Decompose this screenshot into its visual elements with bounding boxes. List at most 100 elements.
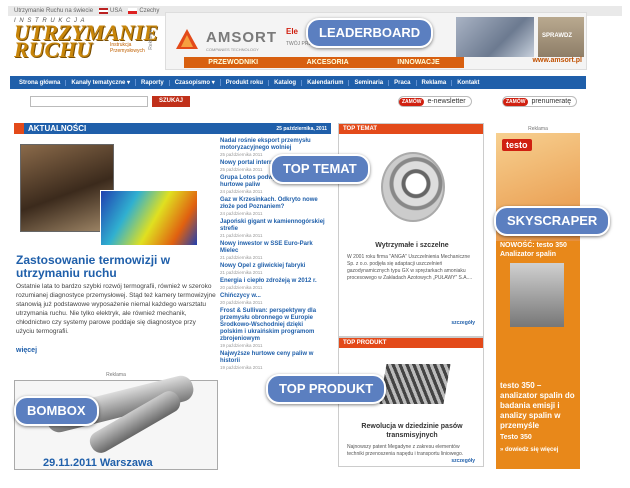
ad-tagline: Ele [286,27,299,36]
article-photo-thermal[interactable] [100,190,198,246]
logo-subtitle: Instrukcja Przemysłowych [110,42,145,54]
nav-product-of-year[interactable]: Produkt roku [221,79,270,86]
news-item[interactable]: Japoński gigant w kamiennogórskiej stref… [220,219,326,238]
news-item-date: 21 października 2011 [220,270,263,275]
news-section-title: AKTUALNOŚCI [28,124,87,133]
news-item-title[interactable]: Chińczycy w... [220,293,326,300]
czech-flag-icon [128,8,138,14]
nav-channels[interactable]: Kanały tematyczne ▾ [66,79,137,86]
news-item-date: 19 października 2011 [220,365,263,370]
skyscraper-text: testo 350 – analizator spalin do badania… [500,381,575,430]
nav-magazine[interactable]: Czasopismo ▾ [170,79,221,86]
top-product-body: Najnowszy patent Megadyne z zakresu elem… [347,444,464,457]
czech-link[interactable]: Czechy [128,8,159,14]
analyzer-image [510,263,564,327]
skyscraper-ad-label: Reklama [528,126,548,132]
news-item-title[interactable]: Energia i ciepło zdrożeją w 2012 r. [220,278,326,285]
news-item-date: 20 października 2011 [220,300,263,305]
news-item-title[interactable]: Frost & Sullivan: perspektywy dla przemy… [220,308,326,343]
ad-strip: PRZEWODNIKI AKCESORIA INNOWACJE [184,57,464,68]
ad-url: www.amsort.pl [532,57,582,64]
news-item-title[interactable]: Japoński gigant w kamiennogórskiej stref… [220,219,326,233]
nav-calendar[interactable]: Kalendarium [302,79,350,86]
seal-image[interactable] [381,152,445,222]
top-topic-header: TOP TEMAT [339,124,483,134]
site-switcher-label: Utrzymanie Ruchu na świecie [14,8,94,14]
belt-image[interactable] [379,364,451,404]
callout-skyscraper: SKYSCRAPER [494,206,611,236]
callout-top-temat: TOP TEMAT [270,154,370,184]
top-product-title[interactable]: Rewolucja w dziedzinie pasów transmisyjn… [345,422,479,440]
nav-seminars[interactable]: Seminaria [349,79,390,86]
news-item[interactable]: Frost & Sullivan: perspektywy dla przemy… [220,308,326,348]
search-button[interactable]: SZUKAJ [152,96,190,107]
news-item-date: 21 października 2011 [220,233,263,238]
nav-jobs[interactable]: Praca [389,79,417,86]
news-item-date: 20 października 2011 [220,285,263,290]
search-input[interactable] [30,96,148,107]
news-item[interactable]: Chińczycy w... 20 października 2011 [220,293,326,305]
top-product-more-link[interactable]: szczegóły [451,458,475,464]
main-article-more-link[interactable]: więcej [16,347,37,354]
news-item-title[interactable]: Najwyższe hurtowe ceny paliw w historii [220,351,326,365]
ad-strip-item: AKCESORIA [306,59,349,66]
usa-label: USA [110,8,123,14]
skyscraper-headline: NOWOŚĆ: testo 350 Analizator spalin [500,242,567,258]
nav-advertising[interactable]: Reklama [417,79,453,86]
amsort-logo-icon [176,29,198,49]
news-item-date: 19 października 2011 [220,343,263,348]
bombox-date: 29.11.2011 Warszawa [43,457,153,469]
nav-contact[interactable]: Kontakt [452,80,484,86]
ad-brand: AMSORT [206,29,277,46]
top-product-header: TOP PRODUKT [339,338,483,348]
subscription-button[interactable]: ZAMÓW prenumeratę [502,96,578,107]
ad-brand-sub: COMPANIES TECHNOLOGY [206,47,259,52]
nav-catalog[interactable]: Katalog [269,79,303,86]
usa-flag-icon [99,8,109,14]
news-item[interactable]: Energia i ciepło zdrożeją w 2012 r. 20 pa… [220,278,326,290]
ad-image [456,17,534,57]
news-item[interactable]: Najwyższe hurtowe ceny paliw w historii 1… [220,351,326,370]
news-item-title[interactable]: Nadal rośnie eksport przemysłu motoryzac… [220,138,326,152]
top-topic-title[interactable]: Wytrzymałe i szczelne [345,242,479,249]
ad-product-label: SPRAWDZ [542,33,572,39]
news-section-header: AKTUALNOŚCI 25 października, 2011 [14,123,331,134]
skyscraper-model: Testo 350 [500,434,532,441]
skyscraper-cta[interactable]: » dowiedz się więcej [500,447,558,453]
news-item[interactable]: Nowy inwestor w SSE Euro-Park Mielec 21 p… [220,241,326,260]
testo-logo: testo [502,139,532,151]
czech-label: Czechy [139,8,160,14]
news-section-icon [14,123,24,134]
news-item[interactable]: Nowy Opel z gliwickiej fabryki 21 paździe… [220,263,326,275]
news-item-title[interactable]: Gaz w Krzesinkach. Odkryto nowe złoże po… [220,197,326,211]
main-article-title[interactable]: Zastosowanie termowizji w utrzymaniu ruc… [16,254,206,280]
ad-strip-item: INNOWACJE [397,59,440,66]
main-nav: Strona główna Kanały tematyczne ▾ Raport… [10,76,586,89]
news-section-date: 25 października, 2011 [276,125,327,132]
order-badge: ZAMÓW [503,97,529,106]
news-item-date: 21 października 2011 [220,255,263,260]
usa-link[interactable]: USA [99,8,122,14]
subscription-label: prenumeratę [531,98,572,105]
nav-home[interactable]: Strona główna [14,79,67,86]
news-item-date: 24 października 2011 [220,211,263,216]
nav-reports[interactable]: Raporty [136,79,170,86]
main-article-body: Ostatnie lata to bardzo szybki rozwój te… [16,283,216,335]
news-item-date: 24 października 2011 [220,189,263,194]
callout-top-produkt: TOP PRODUKT [266,374,387,404]
top-topic-body: W 2001 roku firma "ANGA" Uszczelnienia M… [347,254,473,281]
callout-leaderboard: LEADERBOARD [306,18,434,48]
ad-product-image: SPRAWDZ [538,17,584,57]
site-logo[interactable]: I N S T R U K C J A UTRZYMANIE RUCHU Ins… [14,18,158,66]
callout-bombox: BOMBOX [14,396,99,426]
news-item-title[interactable]: Nowy Opel z gliwickiej fabryki [220,263,326,270]
order-badge: ZAMÓW [399,97,425,106]
ad-strip-item: PRZEWODNIKI [208,59,259,66]
skyscraper-ad[interactable]: testo NOWOŚĆ: testo 350 Analizator spali… [496,133,580,469]
news-item[interactable]: Gaz w Krzesinkach. Odkryto nowe złoże po… [220,197,326,216]
logo-side-label: Reklama [148,30,154,50]
news-item-title[interactable]: Nowy inwestor w SSE Euro-Park Mielec [220,241,326,255]
newsletter-label: e-newsletter [427,98,466,105]
newsletter-button[interactable]: ZAMÓW e-newsletter [398,96,472,107]
top-topic-more-link[interactable]: szczegóły [451,320,475,326]
